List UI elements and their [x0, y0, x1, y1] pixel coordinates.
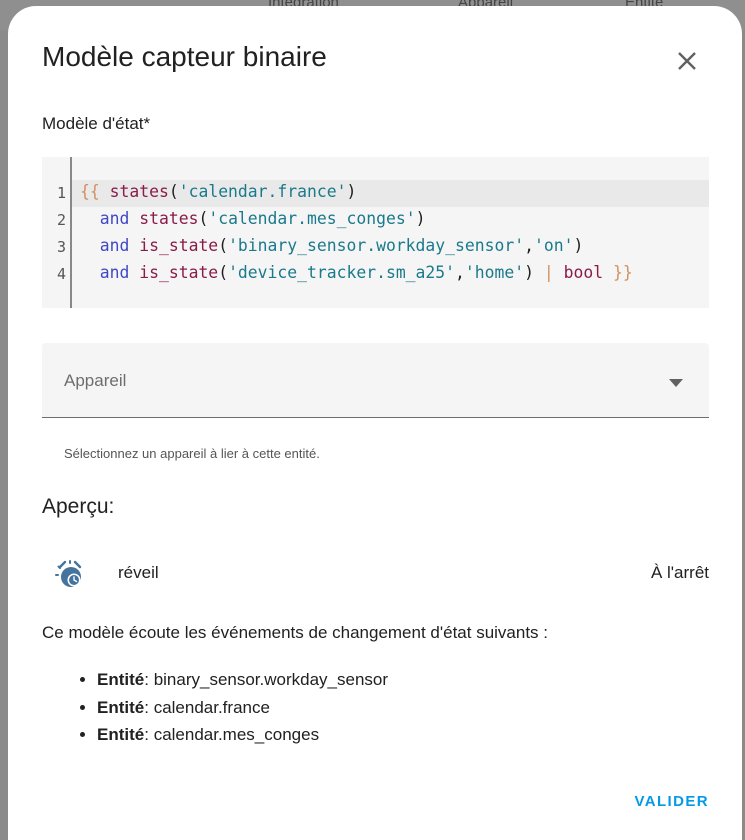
list-item: Entité: calendar.mes_conges: [97, 721, 388, 749]
code-line: {{ states('calendar.france'): [80, 182, 357, 201]
template-field-label: Modèle d'état*: [42, 114, 151, 133]
alarm-clock-icon: [55, 560, 82, 587]
line-number: 1: [56, 184, 66, 202]
template-code-editor[interactable]: 1 2 3 4 {{ states('calendar.france') and…: [42, 157, 709, 308]
entity-id: binary_sensor.workday_sensor: [153, 670, 389, 689]
line-number: 4: [56, 265, 66, 283]
entity-label: Entité: [97, 725, 145, 744]
listener-entity-list: Entité: binary_sensor.workday_sensor Ent…: [42, 666, 388, 749]
line-number-gutter: 1 2 3 4: [42, 157, 72, 308]
entity-label: Entité: [97, 670, 145, 689]
entity-id: calendar.mes_conges: [153, 725, 320, 744]
device-select-placeholder: Appareil: [64, 371, 127, 390]
list-item: Entité: calendar.france: [97, 694, 388, 722]
device-select-helper: Sélectionnez un appareil à lier à cette …: [64, 446, 320, 461]
dialog-title: Modèle capteur binaire: [42, 41, 327, 72]
preview-entity-state: À l'arrêt: [650, 563, 709, 582]
code-line: and is_state('binary_sensor.workday_sens…: [99, 236, 584, 255]
template-binary-sensor-dialog: Modèle capteur binaire Modèle d'état* 1 …: [8, 6, 742, 840]
entity-id: calendar.france: [153, 697, 270, 717]
code-line: and is_state('device_tracker.sm_a25','ho…: [99, 263, 633, 282]
device-select[interactable]: Appareil: [42, 343, 709, 418]
preview-entity-name: réveil: [118, 563, 159, 582]
chevron-down-icon: [669, 379, 683, 387]
line-number: 3: [56, 238, 66, 256]
line-number: 2: [56, 211, 66, 229]
confirm-button[interactable]: VALIDER: [634, 793, 709, 810]
close-button[interactable]: [670, 44, 704, 78]
preview-heading: Aperçu:: [42, 495, 115, 518]
close-icon: [678, 52, 696, 70]
listeners-intro: Ce modèle écoute les événements de chang…: [42, 623, 548, 642]
list-item: Entité: binary_sensor.workday_sensor: [97, 666, 388, 694]
code-line: and states('calendar.mes_conges'): [99, 209, 426, 228]
entity-label: Entité: [97, 697, 145, 717]
